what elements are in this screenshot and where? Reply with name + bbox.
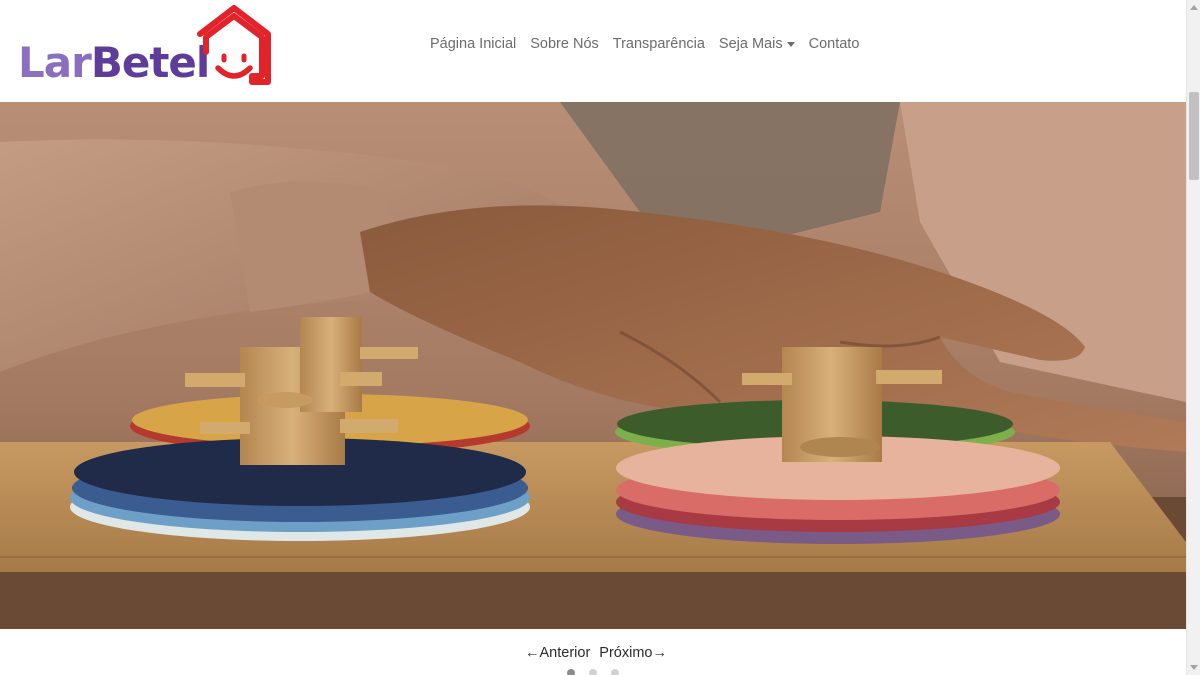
nav-seja-mais[interactable]: Seja Mais: [719, 36, 795, 52]
carousel-indicator-2[interactable]: [589, 669, 597, 675]
site-header: LarBetel Página Inicial Sobre Nós Transp…: [0, 0, 1186, 102]
scrollbar-thumb[interactable]: [1189, 92, 1199, 180]
page-scrollbar[interactable]: [1186, 0, 1200, 675]
carousel-indicators: [567, 669, 619, 675]
logo-wordmark: LarBetel: [18, 42, 210, 84]
caret-down-icon: [786, 42, 795, 47]
main-nav: Página Inicial Sobre Nós Transparência S…: [430, 36, 859, 52]
carousel-slide-image: [0, 102, 1186, 629]
scroll-down-arrow-icon[interactable]: [1190, 665, 1198, 670]
carousel-indicator-1[interactable]: [567, 669, 575, 675]
carousel-prev-button[interactable]: ←Anterior: [525, 645, 590, 661]
nav-transparencia[interactable]: Transparência: [613, 36, 705, 52]
scroll-up-arrow-icon[interactable]: [1190, 5, 1198, 10]
hero-photo-elderly-hands-puzzle: [0, 102, 1186, 629]
nav-sobre-nos[interactable]: Sobre Nós: [530, 36, 599, 52]
nav-contato[interactable]: Contato: [809, 36, 860, 52]
logo-text-betel: Betel: [90, 38, 210, 87]
carousel-indicator-3[interactable]: [611, 669, 619, 675]
house-smile-icon: [197, 5, 271, 85]
carousel-next-button[interactable]: Próximo→: [599, 645, 667, 661]
logo-text-lar: Lar: [18, 38, 92, 87]
nav-pagina-inicial[interactable]: Página Inicial: [430, 36, 516, 52]
lar-betel-logo[interactable]: LarBetel: [18, 4, 274, 88]
nav-seja-mais-label: Seja Mais: [718, 36, 783, 52]
